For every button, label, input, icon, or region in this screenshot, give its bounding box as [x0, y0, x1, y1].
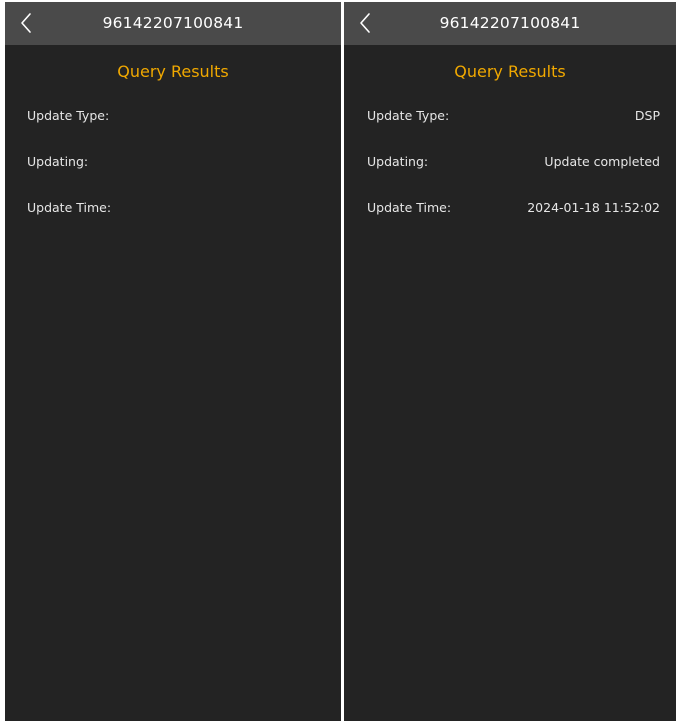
comparison-canvas: 96142207100841 Query Results Update Type… [0, 0, 676, 725]
query-results-screen-completed: 96142207100841 Query Results Update Type… [344, 2, 676, 721]
row-updating: Updating: [5, 139, 341, 185]
row-update-time: Update Time: [5, 185, 341, 231]
update-time-label: Update Time: [367, 200, 452, 215]
section-title: Query Results [454, 62, 566, 81]
row-update-time: Update Time: 2024-01-18 11:52:02 [344, 185, 676, 231]
query-results-screen-empty: 96142207100841 Query Results Update Type… [5, 2, 341, 721]
row-updating: Updating: Update completed [344, 139, 676, 185]
page-title: 96142207100841 [439, 14, 581, 32]
result-list: Update Type: Updating: Update Time: [5, 93, 341, 231]
nav-bar: 96142207100841 [344, 2, 676, 45]
updating-label: Updating: [27, 154, 89, 169]
row-update-type: Update Type: DSP [344, 93, 676, 139]
result-list: Update Type: DSP Updating: Update comple… [344, 93, 676, 231]
page-title: 96142207100841 [102, 14, 244, 32]
update-time-value: 2024-01-18 11:52:02 [527, 200, 660, 215]
row-update-type: Update Type: [5, 93, 341, 139]
update-type-label: Update Type: [367, 108, 450, 123]
updating-label: Updating: [367, 154, 429, 169]
section-title: Query Results [117, 62, 229, 81]
nav-bar: 96142207100841 [5, 2, 341, 45]
update-type-label: Update Type: [27, 108, 110, 123]
update-type-value: DSP [634, 108, 660, 123]
update-time-label: Update Time: [27, 200, 112, 215]
updating-value: Update completed [544, 154, 660, 169]
